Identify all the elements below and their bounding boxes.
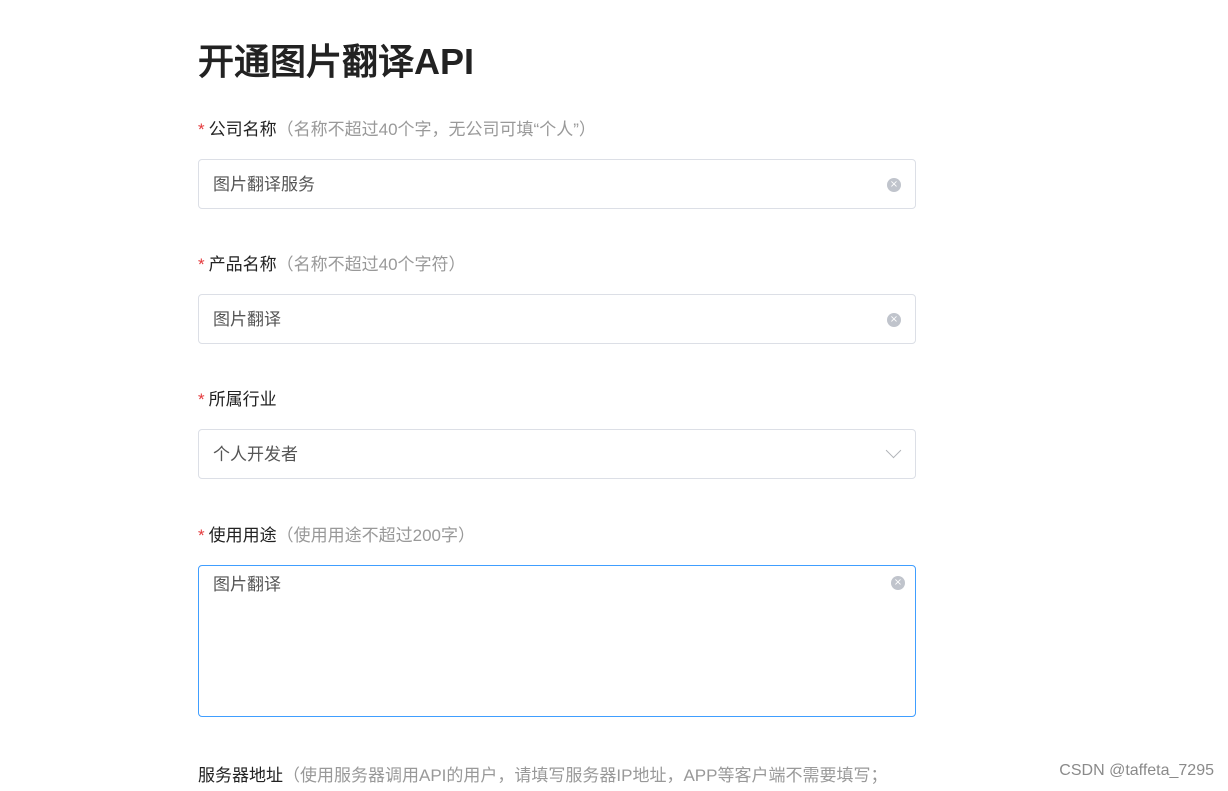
server-address-hint: （使用服务器调用API的用户，请填写服务器IP地址，APP等客户端不需要填写； bbox=[283, 766, 888, 785]
usage-hint: （使用用途不超过200字） bbox=[276, 526, 475, 545]
usage-label: * 使用用途（使用用途不超过200字） bbox=[198, 524, 475, 548]
server-address-label: 服务器地址（使用服务器调用API的用户，请填写服务器IP地址，APP等客户端不需… bbox=[198, 764, 887, 788]
page: 开通图片翻译API * 公司名称（名称不超过40个字，无公司可填“个人”） 图片翻… bbox=[0, 0, 1228, 791]
usage-value: 图片翻译 bbox=[213, 575, 281, 594]
product-name-hint: （名称不超过40个字符） bbox=[276, 255, 466, 274]
usage-label-text: 使用用途 bbox=[208, 526, 277, 545]
chevron-down-icon bbox=[885, 442, 902, 459]
industry-label: * 所属行业 bbox=[198, 388, 277, 412]
clear-icon[interactable]: × bbox=[891, 576, 905, 590]
usage-textarea[interactable]: 图片翻译 × bbox=[198, 565, 916, 717]
required-mark: * bbox=[198, 390, 205, 409]
industry-label-text: 所属行业 bbox=[208, 390, 277, 409]
industry-selected-value: 个人开发者 bbox=[213, 445, 298, 464]
required-mark: * bbox=[198, 120, 205, 139]
company-name-hint: （名称不超过40个字，无公司可填“个人”） bbox=[276, 120, 596, 139]
watermark: CSDN @taffeta_7295 bbox=[1059, 762, 1214, 779]
company-name-label-text: 公司名称 bbox=[208, 120, 277, 139]
clear-icon[interactable]: × bbox=[887, 178, 901, 192]
required-mark: * bbox=[198, 255, 205, 274]
required-mark: * bbox=[198, 526, 205, 545]
product-name-label-text: 产品名称 bbox=[208, 255, 277, 274]
clear-icon[interactable]: × bbox=[887, 313, 901, 327]
product-name-value: 图片翻译 bbox=[213, 310, 281, 329]
company-name-input[interactable]: 图片翻译服务 × bbox=[198, 159, 916, 209]
industry-select[interactable]: 个人开发者 bbox=[198, 429, 916, 479]
product-name-label: * 产品名称（名称不超过40个字符） bbox=[198, 253, 466, 277]
product-name-input[interactable]: 图片翻译 × bbox=[198, 294, 916, 344]
company-name-label: * 公司名称（名称不超过40个字，无公司可填“个人”） bbox=[198, 118, 596, 142]
page-title: 开通图片翻译API bbox=[198, 41, 475, 82]
server-address-label-text: 服务器地址 bbox=[198, 766, 283, 785]
company-name-value: 图片翻译服务 bbox=[213, 175, 315, 194]
